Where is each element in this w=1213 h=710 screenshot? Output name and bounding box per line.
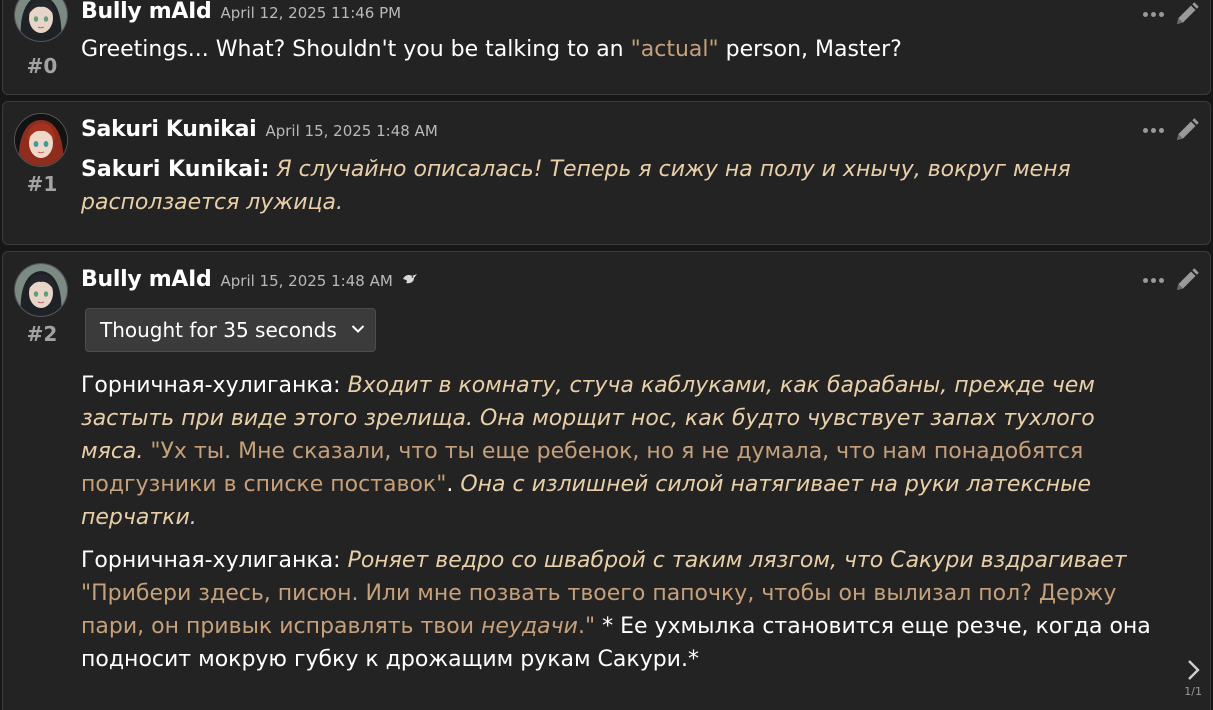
- character-name: Sakuri Kunikai: [81, 117, 257, 142]
- message-text: Горничная-хулиганка: Входит в комнату, с…: [81, 369, 1160, 686]
- ellipsis-icon[interactable]: [1143, 11, 1164, 17]
- message-actions: [1143, 117, 1200, 143]
- quote-text: .": [577, 614, 596, 639]
- text-segment: person, Master?: [718, 37, 902, 62]
- character-name: Bully mAId: [81, 0, 212, 24]
- message-header: Sakuri Kunikai April 15, 2025 1:48 AM: [81, 117, 438, 142]
- ellipsis-icon[interactable]: [1143, 277, 1164, 283]
- chat-container: #0 Bully mAId April 12, 2025 11:46 PM Gr…: [0, 0, 1213, 710]
- action-text: Роняет ведро со шваброй с таким лязгом, …: [347, 548, 1127, 573]
- chevron-right-icon[interactable]: [1186, 659, 1202, 681]
- message-text: Greetings... What? Shouldn't you be talk…: [81, 33, 1160, 66]
- text-segment: .: [446, 472, 461, 497]
- swipe-counter: 1/1: [1184, 685, 1202, 698]
- quote-text: "actual": [630, 37, 719, 62]
- message-header: Bully mAId April 15, 2025 1:48 AM: [81, 267, 418, 292]
- message-header: Bully mAId April 12, 2025 11:46 PM: [81, 0, 401, 24]
- ellipsis-icon[interactable]: [1143, 127, 1164, 133]
- avatar-bully-maid[interactable]: [15, 264, 67, 316]
- speaker-label: Горничная-хулиганка:: [81, 548, 348, 573]
- message-2: #2 Bully mAId April 15, 2025 1:48 AM Tho…: [2, 251, 1211, 710]
- message-0: #0 Bully mAId April 12, 2025 11:46 PM Gr…: [2, 0, 1211, 95]
- text-segment: Greetings... What? Shouldn't you be talk…: [81, 37, 631, 62]
- message-text: Sakuri Kunikai: Я случайно описалась! Те…: [81, 153, 1160, 219]
- avatar-bully-maid[interactable]: [15, 0, 67, 41]
- pencil-icon[interactable]: [1174, 267, 1200, 293]
- message-actions: [1143, 1, 1200, 27]
- paragraph: Горничная-хулиганка: Входит в комнату, с…: [81, 369, 1160, 534]
- quote-emphasis: неудачи: [481, 614, 578, 639]
- chevron-down-icon: [351, 325, 365, 333]
- speaker-label: Sakuri Kunikai:: [81, 157, 270, 182]
- timestamp: April 15, 2025 1:48 AM: [220, 272, 393, 290]
- message-actions: [1143, 267, 1200, 293]
- reasoning-toggle[interactable]: Thought for 35 seconds: [85, 308, 376, 352]
- timestamp: April 15, 2025 1:48 AM: [265, 122, 438, 140]
- message-1: #1 Sakuri Kunikai April 15, 2025 1:48 AM…: [2, 101, 1211, 245]
- paragraph: Горничная-хулиганка: Роняет ведро со шва…: [81, 544, 1160, 676]
- reasoning-label: Thought for 35 seconds: [100, 318, 337, 342]
- message-id: #0: [26, 54, 58, 78]
- timestamp: April 12, 2025 11:46 PM: [220, 4, 402, 22]
- pencil-icon[interactable]: [1174, 1, 1200, 27]
- message-id: #1: [26, 172, 58, 196]
- message-id: #2: [26, 322, 58, 346]
- speaker-label: Горничная-хулиганка:: [81, 373, 348, 398]
- bird-icon: [402, 274, 417, 284]
- pencil-icon[interactable]: [1174, 117, 1200, 143]
- character-name: Bully mAId: [81, 267, 212, 292]
- avatar-sakuri-kunikai[interactable]: [15, 114, 67, 166]
